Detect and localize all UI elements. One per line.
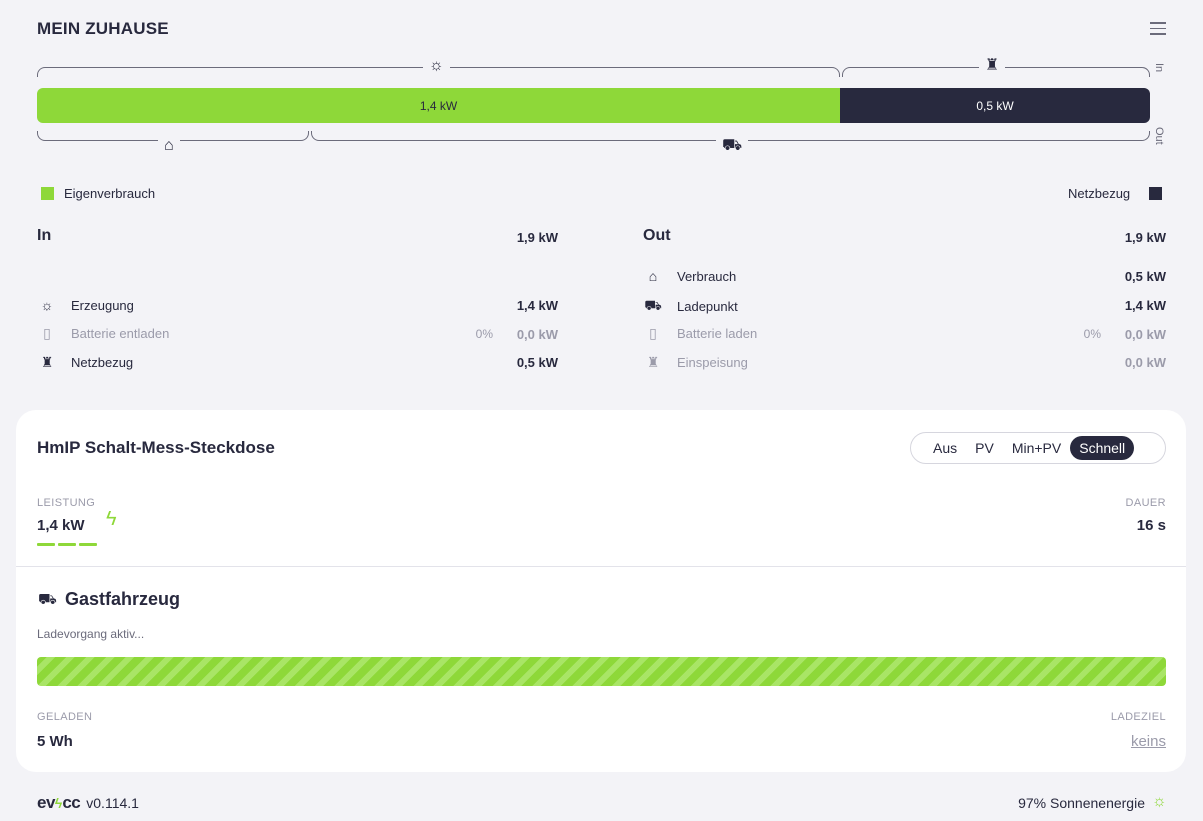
sun-icon: ☼ <box>40 297 54 313</box>
menu-icon[interactable] <box>1150 22 1166 36</box>
in-row-battery: ▯ Batterie entladen <box>37 325 437 342</box>
mode-selector: Aus PV Min+PV Schnell <box>910 432 1166 464</box>
in-row-value: 0,0 kW <box>516 327 558 342</box>
out-row-label: Batterie laden <box>677 326 758 341</box>
out-row-loadpoint: ⛟ Ladepunkt <box>643 297 1043 316</box>
charged-value: 5 Wh <box>37 733 73 750</box>
out-total: 1,9 kW <box>1124 230 1166 245</box>
out-row-label: Verbrauch <box>677 268 737 284</box>
legend-self-consumption-swatch <box>41 187 54 200</box>
version: v0.114.1 <box>86 795 139 811</box>
out-row-value: 0,0 kW <box>1124 355 1166 370</box>
out-side-label: Out <box>1153 127 1165 145</box>
charging-status: Ladevorgang aktiv... <box>37 627 145 641</box>
car-icon: ⛟ <box>716 138 749 154</box>
solar-share[interactable]: 97% Sonnenenergie <box>985 795 1145 811</box>
mode-minpv-button[interactable]: Min+PV <box>1003 436 1070 460</box>
legend-grid-import-swatch <box>1149 187 1162 200</box>
out-row-consumption: ⌂ Verbrauch <box>643 268 1043 284</box>
footer-logo[interactable]: ev ϟ cc v0.114.1 <box>37 793 139 813</box>
legend-grid-import: Netzbezug <box>1068 186 1131 201</box>
mode-off-button[interactable]: Aus <box>924 436 966 460</box>
power-value: 1,4 kW <box>37 517 85 534</box>
grid-tower-icon: ♜ <box>40 354 54 370</box>
grid-import-segment: 0,5 kW <box>840 88 1150 123</box>
in-total: 1,9 kW <box>516 230 558 245</box>
sun-icon: ☼ <box>1152 793 1167 810</box>
duration-value: 16 s <box>1136 517 1166 534</box>
in-row-label: Erzeugung <box>71 297 134 313</box>
sun-icon: ☼ <box>423 58 450 74</box>
target-link[interactable]: keins <box>1100 733 1166 750</box>
vehicle-name[interactable]: Gastfahrzeug <box>65 589 180 610</box>
grid-tower-icon: ♜ <box>646 354 660 370</box>
lightning-icon: ϟ <box>54 795 63 811</box>
battery-icon: ▯ <box>649 325 657 341</box>
battery-icon: ▯ <box>43 325 51 341</box>
out-row-battery: ▯ Batterie laden <box>643 325 1043 342</box>
house-icon: ⌂ <box>158 138 180 154</box>
page-title: MEIN ZUHAUSE <box>37 19 169 38</box>
in-row-value: 1,4 kW <box>516 298 558 313</box>
in-row-label: Batterie entladen <box>71 326 170 341</box>
charged-label: GELADEN <box>37 711 93 723</box>
mode-fast-button[interactable]: Schnell <box>1070 436 1135 460</box>
out-row-label: Einspeisung <box>677 355 748 370</box>
target-label: LADEZIEL <box>1110 711 1166 723</box>
out-row-value: 0,0 kW <box>1124 327 1166 342</box>
out-title: Out <box>643 227 671 244</box>
house-icon: ⌂ <box>648 268 658 284</box>
loadpoint-card <box>16 410 1186 772</box>
car-icon: ⛟ <box>38 591 57 608</box>
charging-progress-bar <box>37 657 1166 686</box>
in-row-grid: ♜ Netzbezug <box>37 354 437 371</box>
loadpoint-title: HmIP Schalt-Mess-Steckdose <box>37 438 275 457</box>
power-label: LEISTUNG <box>37 497 96 509</box>
duration-label: DAUER <box>1125 497 1166 509</box>
energy-bar: 1,4 kW 0,5 kW <box>37 88 1150 123</box>
logo-ev: ev <box>37 793 55 812</box>
out-row-label: Ladepunkt <box>677 299 738 314</box>
out-row-value: 0,5 kW <box>1124 269 1166 284</box>
mode-pv-button[interactable]: PV <box>966 436 1003 460</box>
card-divider <box>16 566 1186 567</box>
in-side-label: In <box>1153 63 1165 73</box>
charging-indicator <box>37 543 100 546</box>
logo-cc: cc <box>62 793 81 812</box>
in-row-value: 0,5 kW <box>516 355 558 370</box>
out-row-feedin: ♜ Einspeisung <box>643 354 1043 371</box>
car-icon: ⛟ <box>644 297 662 313</box>
in-title: In <box>37 227 52 244</box>
out-row-value: 1,4 kW <box>1124 298 1166 313</box>
grid-tower-icon: ♜ <box>979 58 1006 74</box>
lightning-icon: ϟ <box>106 508 117 530</box>
legend-self-consumption: Eigenverbrauch <box>64 186 156 201</box>
self-consumption-segment: 1,4 kW <box>37 88 840 123</box>
in-row-label: Netzbezug <box>71 355 134 370</box>
